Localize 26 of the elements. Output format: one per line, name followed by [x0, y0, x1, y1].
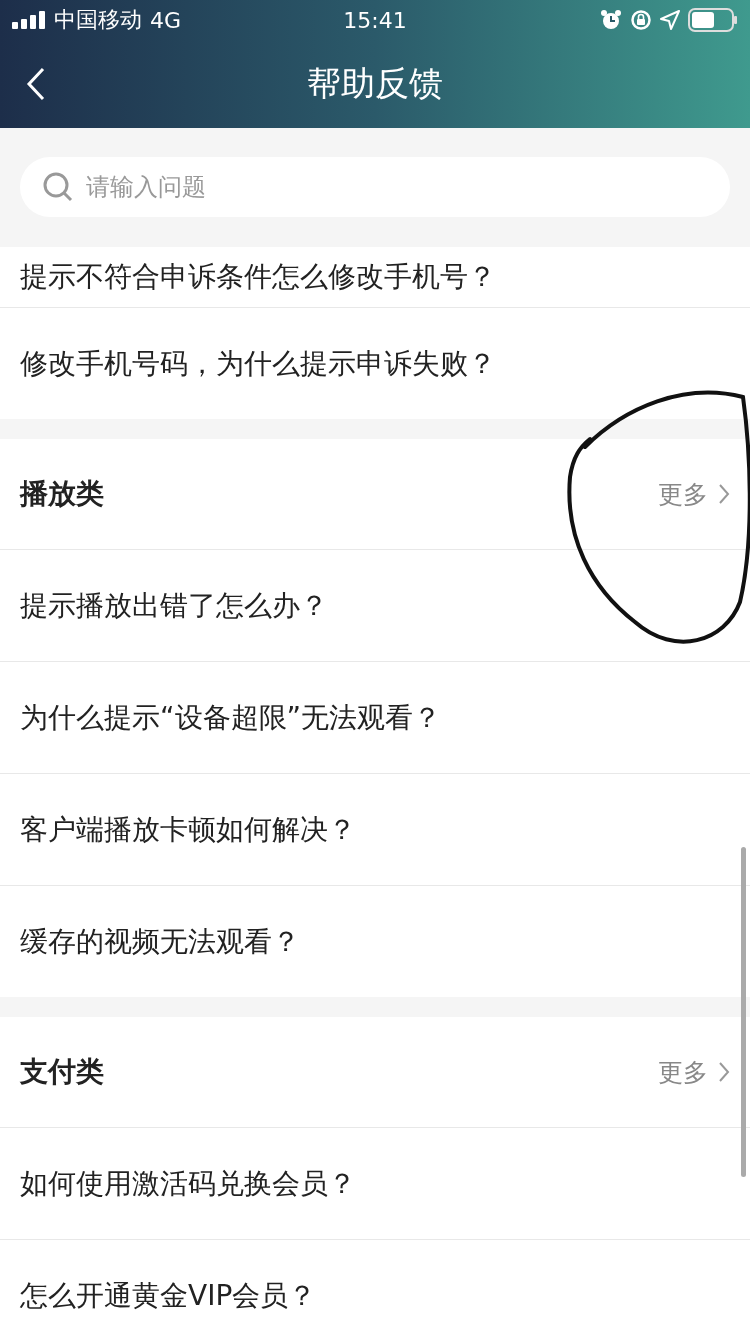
status-time: 15:41 — [343, 7, 407, 33]
search-field[interactable]: 请输入问题 — [20, 157, 730, 217]
question-item[interactable]: 如何使用激活码兑换会员？ — [20, 1164, 356, 1203]
alarm-icon — [600, 9, 622, 31]
battery-icon — [688, 8, 738, 32]
location-icon — [660, 10, 680, 30]
question-item[interactable]: 缓存的视频无法观看？ — [20, 922, 300, 961]
more-link[interactable]: 更多 — [658, 477, 730, 511]
question-item[interactable]: 为什么提示“设备超限”无法观看？ — [20, 698, 441, 737]
question-item[interactable]: 怎么开通黄金VIP会员？ — [20, 1276, 317, 1315]
more-link[interactable]: 更多 — [658, 1055, 730, 1089]
question-item[interactable]: 客户端播放卡顿如何解决？ — [20, 810, 356, 849]
search-icon — [42, 171, 74, 203]
back-icon[interactable] — [26, 67, 46, 101]
question-item[interactable]: 提示播放出错了怎么办？ — [20, 586, 328, 625]
chevron-icon — [718, 483, 730, 505]
rotation-lock-icon — [630, 9, 652, 31]
category-title: 播放类 — [20, 476, 104, 512]
question-item[interactable]: 提示不符合申诉条件怎么修改手机号？ — [20, 258, 496, 296]
question-item[interactable]: 修改手机号码，为什么提示申诉失败？ — [20, 344, 496, 383]
page-title: 帮助反馈 — [307, 62, 443, 105]
chevron-icon — [718, 1061, 730, 1083]
signal-icon — [12, 11, 46, 29]
network-type: 4G — [150, 7, 182, 33]
carrier-name: 中国移动 — [54, 6, 142, 34]
category-title: 支付类 — [20, 1054, 104, 1090]
